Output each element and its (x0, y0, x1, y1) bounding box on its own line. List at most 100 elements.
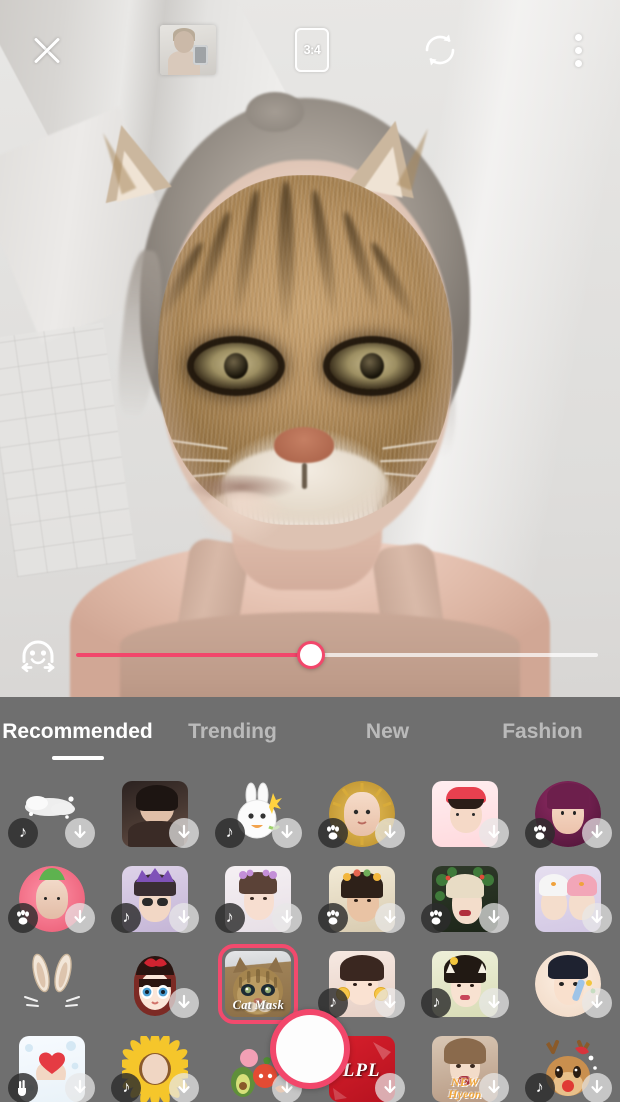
tab-fashion[interactable]: Fashion (465, 716, 620, 744)
filter-item-purple-hair-girl[interactable] (517, 771, 620, 856)
download-arrow-icon (384, 994, 396, 1009)
paw-badge-icon[interactable] (8, 903, 38, 933)
tab-trending[interactable]: Trending (155, 716, 310, 744)
download-arrow-icon (591, 1079, 603, 1094)
hand-gesture-badge-icon[interactable] (8, 1073, 38, 1102)
music-badge-icon[interactable]: ♪ (8, 818, 38, 848)
more-options-button[interactable] (536, 0, 620, 100)
download-badge-icon[interactable] (271, 903, 302, 933)
cat-mask-overlay (158, 175, 452, 525)
download-badge-icon[interactable] (375, 818, 406, 848)
download-arrow-icon (384, 1079, 396, 1094)
filter-item-flower-crown-girl[interactable] (310, 856, 413, 941)
download-arrow-icon (178, 824, 190, 839)
tab-new[interactable]: New (310, 716, 465, 744)
slider-track-fill (76, 653, 311, 657)
download-arrow-icon (591, 824, 603, 839)
filter-item-white-bunny[interactable]: ♪ (207, 771, 310, 856)
tab-label: New (365, 720, 410, 743)
more-dot-2 (574, 46, 582, 54)
more-dot-3 (574, 59, 582, 67)
paw-icon (17, 910, 29, 925)
filter-item-cloud-sparkle[interactable]: ♪ (0, 771, 103, 856)
filter-item-flower-hair-girl[interactable]: ♪ (413, 941, 516, 1026)
download-badge-icon[interactable] (581, 988, 612, 1018)
paw-badge-icon[interactable] (317, 818, 348, 848)
filter-row: ♪ ♪ (0, 856, 620, 941)
download-badge-icon[interactable] (478, 903, 509, 933)
music-badge-icon[interactable]: ♪ (524, 1073, 555, 1102)
filter-item-red-hat-girl[interactable] (413, 771, 516, 856)
download-badge-icon[interactable] (168, 988, 199, 1018)
download-badge-icon[interactable] (65, 818, 96, 848)
filter-item-dark-portrait[interactable] (103, 771, 206, 856)
cat-eye-left (194, 343, 278, 389)
flip-camera-button[interactable] (409, 19, 471, 81)
paw-badge-icon[interactable] (524, 818, 555, 848)
filter-item-penguin-hats-duo[interactable] (517, 856, 620, 941)
download-badge-icon[interactable] (478, 1073, 509, 1102)
paw-badge-icon[interactable] (317, 903, 348, 933)
last-photo-thumbnail[interactable] (159, 25, 216, 75)
download-arrow-icon (591, 994, 603, 1009)
download-badge-icon[interactable] (271, 818, 302, 848)
music-note-icon: ♪ (19, 824, 27, 841)
shutter-button[interactable] (270, 1009, 350, 1089)
filter-item-new-hyeon[interactable]: NEW Hyeon (413, 1026, 516, 1102)
filter-item-doll-red-bow[interactable] (103, 941, 206, 1026)
close-button[interactable] (0, 0, 94, 100)
download-badge-icon[interactable] (478, 818, 509, 848)
music-note-icon: ♪ (432, 994, 441, 1011)
music-badge-icon[interactable]: ♪ (214, 818, 245, 848)
filter-category-tabs: Recommended Trending New Fashion (0, 697, 620, 763)
download-badge-icon[interactable] (168, 818, 199, 848)
aspect-ratio-label: 3:4 (303, 43, 321, 57)
download-badge-icon[interactable] (375, 1073, 406, 1102)
camera-preview[interactable] (0, 0, 620, 698)
download-arrow-icon (384, 824, 396, 839)
aspect-ratio-button[interactable]: 3:4 (281, 19, 343, 81)
download-arrow-icon (74, 909, 86, 924)
download-badge-icon[interactable] (168, 1073, 199, 1102)
beauty-toggle-button[interactable] (0, 632, 76, 678)
download-arrow-icon (178, 1079, 190, 1094)
music-note-icon: ♪ (225, 909, 234, 926)
tab-label: Fashion (502, 720, 583, 743)
tab-label: Trending (188, 720, 277, 743)
music-note-icon: ♪ (535, 1079, 544, 1096)
camera-filter-screen: 3:4 Recommended Trending New Fashion ♪ ♪… (0, 0, 620, 1102)
filter-item-gold-crown-girl[interactable] (310, 771, 413, 856)
cat-eye-right (330, 343, 414, 389)
filter-caption: Cat Mask (232, 997, 284, 1012)
filter-item-reindeer[interactable]: ♪ (517, 1026, 620, 1102)
tab-recommended[interactable]: Recommended (0, 716, 155, 744)
download-arrow-icon (591, 909, 603, 924)
close-icon (30, 33, 64, 67)
filter-item-christmas-wreath[interactable] (413, 856, 516, 941)
filter-item-strawberry-hood[interactable] (0, 856, 103, 941)
download-badge-icon[interactable] (65, 1073, 96, 1102)
download-badge-icon[interactable] (65, 903, 96, 933)
download-badge-icon[interactable] (581, 903, 612, 933)
music-badge-icon[interactable]: ♪ (111, 1073, 142, 1102)
filter-item-purple-crown-sunglasses[interactable]: ♪ (103, 856, 206, 941)
cat-nose (274, 427, 334, 463)
beauty-slider[interactable] (76, 638, 598, 672)
filter-item-makeup-girl[interactable] (517, 941, 620, 1026)
sticker-art-bunny-ears (19, 951, 85, 1017)
subject-chin (196, 492, 288, 544)
beauty-slider-row (0, 624, 620, 686)
download-arrow-icon (74, 1079, 86, 1094)
download-badge-icon[interactable] (581, 1073, 612, 1102)
download-badge-icon[interactable] (478, 988, 509, 1018)
download-badge-icon[interactable] (375, 903, 406, 933)
filter-item-bunny-ears[interactable] (0, 941, 103, 1026)
filter-item-heart-hands[interactable] (0, 1026, 103, 1102)
music-badge-icon[interactable]: ♪ (214, 903, 245, 933)
download-badge-icon[interactable] (581, 818, 612, 848)
slider-thumb[interactable] (296, 641, 325, 669)
download-badge-icon[interactable] (375, 988, 406, 1018)
download-badge-icon[interactable] (168, 903, 199, 933)
filter-item-butterfly-clips[interactable]: ♪ (207, 856, 310, 941)
filter-item-sunflower-face[interactable]: ♪ (103, 1026, 206, 1102)
